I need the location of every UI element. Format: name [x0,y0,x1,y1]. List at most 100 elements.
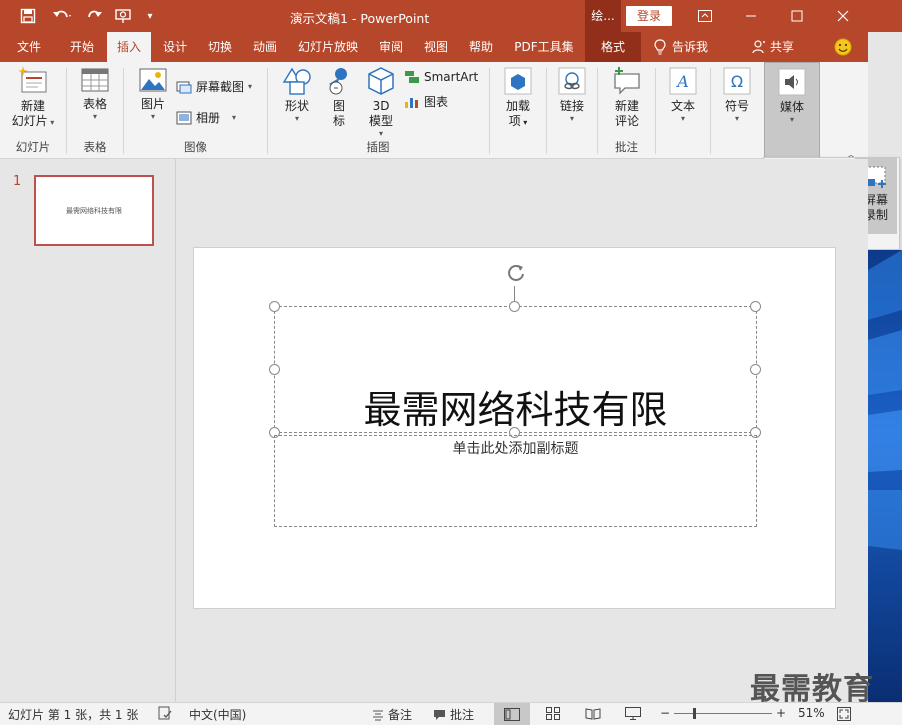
chevron-down-icon: ▾ [294,114,299,123]
3d-models-button[interactable]: 3D 模型 ▾ [362,66,400,139]
tell-me-search[interactable]: 告诉我 [654,32,728,62]
drawing-tools-context-tab[interactable]: 绘... [585,0,621,32]
notes-label: 备注 [388,708,413,722]
smiley-feedback-icon[interactable] [832,32,854,62]
chart-icon [405,97,418,108]
tab-help[interactable]: 帮助 [459,32,503,62]
resize-handle-n[interactable] [509,301,520,312]
lightbulb-icon [654,39,666,55]
chart-button[interactable]: 图表 [404,93,448,110]
tab-format[interactable]: 格式 [585,32,641,62]
shapes-button[interactable]: 形状 ▾ [278,66,316,124]
addins-icon [504,67,532,95]
slideshow-from-start-icon[interactable] [112,6,136,26]
title-bar: ▾ 演示文稿1 - PowerPoint 绘... 登录 [0,0,902,32]
icons-button[interactable]: 图 标 [320,66,358,129]
tab-animations[interactable]: 动画 [243,32,287,62]
smartart-button[interactable]: SmartArt [404,70,478,84]
media-button[interactable]: 媒体 ▾ [764,62,820,158]
notes-icon [373,710,383,720]
subtitle-placeholder[interactable]: 单击此处添加副标题 [274,435,757,527]
tab-review[interactable]: 审阅 [369,32,413,62]
resize-handle-w[interactable] [269,364,280,375]
links-button[interactable]: 链接 ▾ [553,66,591,124]
tab-transitions[interactable]: 切换 [198,32,242,62]
slideshow-view-icon[interactable] [625,707,641,720]
close-icon[interactable] [820,0,866,32]
text-button[interactable]: A 文本 ▾ [664,66,702,124]
login-button[interactable]: 登录 [626,6,672,26]
addins-button[interactable]: 加载 项 ▾ [499,66,537,130]
zoom-slider-track[interactable] [674,713,772,714]
customize-toolbar-icon[interactable]: ▾ [142,6,158,26]
new-comment-icon [614,67,640,95]
omega-icon: Ω [723,67,751,95]
3d-models-label-2: 模型 [368,114,393,128]
resize-handle-ne[interactable] [750,301,761,312]
undo-icon[interactable] [48,6,76,26]
zoom-out-button[interactable]: − [660,706,670,720]
resize-handle-nw[interactable] [269,301,280,312]
thumbnail-title: 最需网络科技有限 [66,206,122,215]
slide-thumbnail[interactable]: 最需网络科技有限 [34,175,154,246]
spell-check-icon[interactable] [158,706,172,720]
group-links: 链接 ▾ [547,62,597,158]
shapes-icon [282,67,311,95]
zoom-level[interactable]: 51% [798,706,825,720]
media-label: 媒体 [779,100,804,114]
reading-view-icon[interactable] [585,707,601,720]
chevron-down-icon: ▾ [680,114,685,123]
photo-album-button[interactable]: 相册 ▾ [176,109,236,126]
title-placeholder[interactable]: 最需网络科技有限 [274,306,757,433]
subtitle-placeholder-text[interactable]: 单击此处添加副标题 [275,438,756,458]
zoom-slider-thumb[interactable] [693,708,696,719]
icons-label-2: 标 [332,114,345,128]
redo-icon[interactable] [84,6,106,26]
chevron-down-icon: ▾ [150,112,155,121]
svg-text:Ω: Ω [731,72,743,91]
slide-sorter-view-icon[interactable] [546,707,560,720]
zoom-in-button[interactable]: + [776,706,786,720]
slide-count-indicator[interactable]: 幻灯片 第 1 张，共 1 张 [8,706,138,723]
slide[interactable]: 最需网络科技有限 单击此处添加副标题 [193,247,836,609]
chevron-down-icon: ▾ [569,114,574,123]
group-tables: 表格 ▾ 表格 [67,62,123,158]
symbols-button[interactable]: Ω 符号 ▾ [718,66,756,124]
save-icon[interactable] [16,6,40,26]
fit-to-window-icon[interactable] [837,707,851,721]
tab-pdf-tools[interactable]: PDF工具集 [508,32,580,62]
normal-view-button[interactable] [494,703,530,725]
normal-view-icon [504,707,520,721]
resize-handle-e[interactable] [750,364,761,375]
new-comment-label-2: 评论 [614,114,639,128]
tab-home[interactable]: 开始 [58,32,106,62]
minimize-icon[interactable] [728,0,774,32]
chevron-down-icon: ▾ [520,118,528,127]
new-slide-button[interactable]: 新建 幻灯片 ▾ [8,66,58,129]
screenshot-button[interactable]: 屏幕截图 ▾ [176,78,252,95]
comments-button[interactable]: 批注 [433,706,474,723]
ribbon-display-options-icon[interactable] [682,0,728,32]
ribbon-tab-bar: 文件 开始 插入 设计 切换 动画 幻灯片放映 审阅 视图 帮助 PDF工具集 … [0,32,868,62]
chevron-down-icon: ▾ [248,82,253,91]
notes-button[interactable]: 备注 [372,706,412,723]
tab-design[interactable]: 设计 [153,32,197,62]
slide-title[interactable]: 最需网络科技有限 [275,379,756,434]
language-indicator[interactable]: 中文(中国) [189,706,246,723]
maximize-icon[interactable] [774,0,820,32]
status-bar: 幻灯片 第 1 张，共 1 张 中文(中国) 备注 批注 − + 51% [0,702,902,725]
group-images: 图片 ▾ 屏幕截图 ▾ 相册 ▾ 图像 [124,62,267,158]
comment-icon [434,709,445,720]
new-comment-button[interactable]: 新建 评论 [607,66,647,129]
group-label-slides: 幻灯片 [15,140,51,154]
rotate-handle-icon[interactable] [504,262,528,286]
tab-insert[interactable]: 插入 [107,32,151,62]
picture-button[interactable]: 图片 ▾ [134,66,172,122]
tab-slideshow[interactable]: 幻灯片放映 [292,32,364,62]
tab-view[interactable]: 视图 [414,32,458,62]
table-button[interactable]: 表格 ▾ [75,66,115,122]
group-symbols: Ω 符号 ▾ [711,62,763,158]
tab-file[interactable]: 文件 [4,32,54,62]
slide-thumbnail-panel: 1 最需网络科技有限 [0,159,176,702]
share-button[interactable]: 共享 [752,32,802,62]
